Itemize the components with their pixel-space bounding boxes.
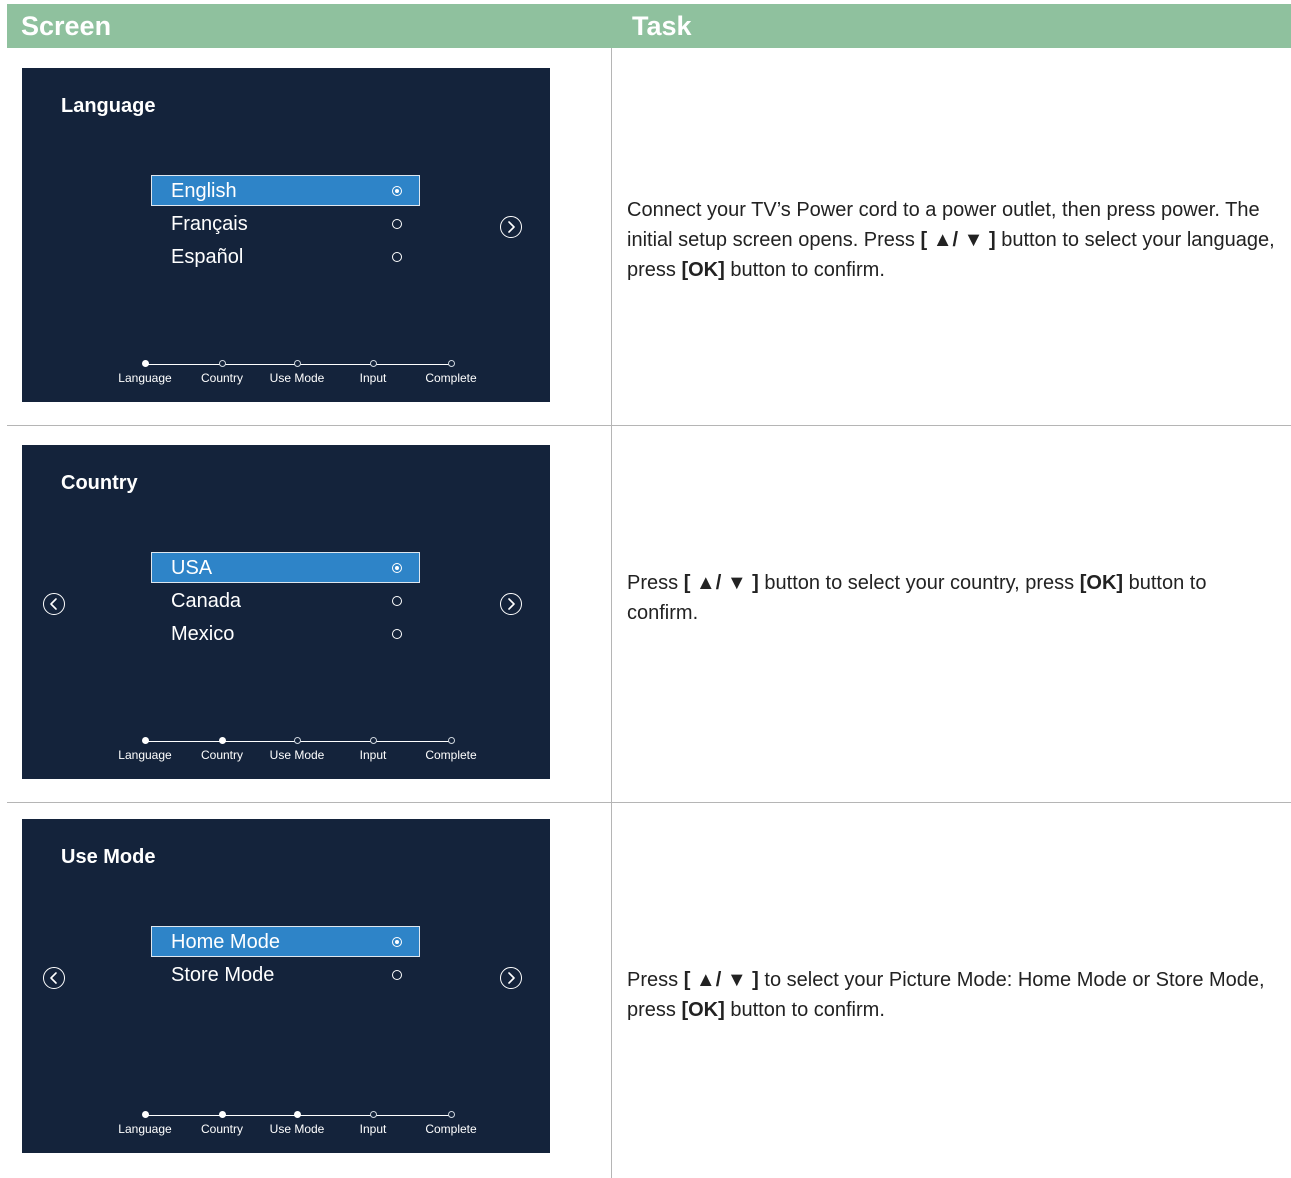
radio-icon <box>392 937 402 947</box>
task-description: Press [ ▲/ ▼ ] to select your Picture Mo… <box>627 969 1265 1021</box>
chevron-right-icon[interactable] <box>500 216 522 238</box>
option-label: Store Mode <box>171 964 275 986</box>
table-header: Screen Task <box>7 4 1291 48</box>
column-divider <box>611 48 612 1178</box>
tv-setup-screen: Language English Français Español Language Co… <box>22 68 550 402</box>
radio-icon <box>392 219 402 229</box>
option-item[interactable]: English <box>151 175 420 206</box>
progress-dot <box>370 1111 377 1118</box>
option-label: Français <box>171 213 248 235</box>
task-description: Connect your TV’s Power cord to a power … <box>627 199 1275 281</box>
step-label: Complete <box>425 1122 477 1136</box>
option-label: Home Mode <box>171 931 280 953</box>
progress-dot <box>448 737 455 744</box>
step-label: Use Mode <box>269 371 325 385</box>
step-label: Use Mode <box>269 1122 325 1136</box>
header-screen: Screen <box>21 11 112 41</box>
option-label: Canada <box>171 590 242 612</box>
progress-dot <box>448 360 455 367</box>
step-label: Input <box>359 1122 387 1136</box>
screen-title: Use Mode <box>61 846 156 868</box>
chevron-right-icon[interactable] <box>500 967 522 989</box>
option-list: USA Canada Mexico <box>151 552 420 651</box>
step-label: Country <box>200 1122 244 1136</box>
step-label: Input <box>359 748 387 762</box>
radio-icon <box>392 186 402 196</box>
step-label: Language <box>118 1122 172 1136</box>
step-label: Use Mode <box>269 748 325 762</box>
option-label: English <box>171 180 237 202</box>
setup-progress: Language Country Use Mode Input Complete <box>22 735 550 775</box>
step-label: Country <box>200 371 244 385</box>
progress-dot <box>219 1111 226 1118</box>
progress-dot <box>294 360 301 367</box>
progress-dot <box>294 1111 301 1118</box>
chevron-left-icon[interactable] <box>43 593 65 615</box>
screen-title: Country <box>61 472 138 494</box>
progress-dot <box>370 737 377 744</box>
progress-dot <box>370 360 377 367</box>
option-label: Español <box>171 246 244 268</box>
step-label: Country <box>200 748 244 762</box>
step-label: Complete <box>425 748 477 762</box>
option-item[interactable]: Canada <box>151 585 420 616</box>
progress-dot <box>142 360 149 367</box>
option-list: Home Mode Store Mode <box>151 926 420 992</box>
row-divider <box>7 802 1291 803</box>
header-task: Task <box>632 11 692 41</box>
step-label: Language <box>118 371 172 385</box>
radio-icon <box>392 252 402 262</box>
step-label: Input <box>359 371 387 385</box>
screen-title: Language <box>61 95 156 117</box>
progress-dot <box>448 1111 455 1118</box>
option-list: English Français Español <box>151 175 420 274</box>
setup-progress: Language Country Use Mode Input Complete <box>22 358 550 398</box>
task-description: Press [ ▲/ ▼ ] button to select your cou… <box>627 572 1207 624</box>
tv-setup-screen: Country USA Canada Mexico Language Country Use… <box>22 445 550 779</box>
option-label: USA <box>171 557 213 579</box>
progress-dot <box>142 737 149 744</box>
radio-icon <box>392 629 402 639</box>
radio-icon <box>392 596 402 606</box>
radio-icon <box>392 563 402 573</box>
step-label: Complete <box>425 371 477 385</box>
option-item[interactable]: Français <box>151 208 420 239</box>
option-item[interactable]: Store Mode <box>151 959 420 990</box>
radio-icon <box>392 970 402 980</box>
chevron-left-icon[interactable] <box>43 967 65 989</box>
progress-dot <box>142 1111 149 1118</box>
option-item[interactable]: Mexico <box>151 618 420 649</box>
option-item[interactable]: Home Mode <box>151 926 420 957</box>
option-label: Mexico <box>171 623 235 645</box>
progress-dot <box>294 737 301 744</box>
tv-setup-screen: Use Mode Home Mode Store Mode Language Count… <box>22 819 550 1153</box>
setup-progress: Language Country Use Mode Input Complete <box>22 1109 550 1149</box>
progress-dot <box>219 737 226 744</box>
option-item[interactable]: Español <box>151 241 420 272</box>
step-label: Language <box>118 748 172 762</box>
progress-dot <box>219 360 226 367</box>
chevron-right-icon[interactable] <box>500 593 522 615</box>
option-item[interactable]: USA <box>151 552 420 583</box>
row-divider <box>7 425 1291 426</box>
